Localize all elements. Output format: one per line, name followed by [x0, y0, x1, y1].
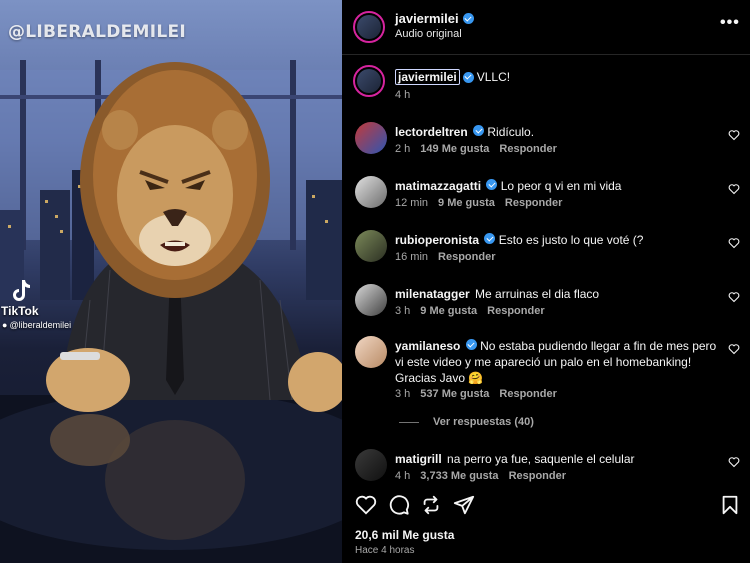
lion-video-frame [0, 60, 342, 563]
comment-username[interactable]: lectordeltren [395, 125, 468, 139]
caption-avatar[interactable] [353, 65, 385, 97]
commenter-avatar[interactable] [355, 230, 387, 262]
author-username[interactable]: javiermilei [395, 11, 459, 26]
comment-meta: 3 h 537 Me gusta Responder [395, 388, 557, 400]
comment-body: milenatagger Me arruinas el dia flaco [395, 286, 715, 302]
reply-button[interactable]: Responder [499, 143, 556, 155]
comment-time: 2 h [395, 143, 411, 155]
verified-icon [462, 71, 474, 83]
more-icon[interactable]: ••• [720, 14, 740, 32]
heart-icon[interactable] [355, 494, 377, 516]
verified-icon [484, 233, 496, 244]
commenter-avatar[interactable] [355, 336, 387, 368]
comment-likes[interactable]: 3,733 Me gusta [420, 470, 498, 482]
commenter-avatar[interactable] [355, 449, 387, 481]
verified-icon [486, 179, 498, 190]
share-icon[interactable] [453, 494, 475, 516]
post-side-panel: javiermilei Audio original ••• javiermil… [342, 0, 750, 563]
comment-time: 12 min [395, 197, 429, 209]
reply-button[interactable]: Responder [509, 470, 566, 482]
heart-icon[interactable] [728, 343, 740, 355]
comment-likes[interactable]: 537 Me gusta [420, 388, 489, 400]
comment-time: 16 min [395, 251, 429, 263]
comment-meta: 3 h 9 Me gusta Responder [395, 305, 545, 317]
commenter-avatar[interactable] [355, 122, 387, 154]
comment-time: 3 h [395, 305, 411, 317]
comment-body: yamilaneso No estaba pudiendo llegar a f… [395, 338, 720, 386]
comment-username[interactable]: matimazzagatti [395, 179, 481, 193]
heart-icon[interactable] [728, 291, 740, 303]
tiktok-brand: TikTok [1, 304, 39, 318]
comment-text: Esto es justo lo que voté (? [498, 233, 644, 247]
comment-time: 3 h [395, 388, 411, 400]
reply-button[interactable]: Responder [438, 251, 495, 263]
comment-text: Lo peor q vi en mi vida [500, 179, 622, 193]
heart-icon[interactable] [728, 456, 740, 468]
post-date: Hace 4 horas [355, 545, 415, 556]
comment-likes[interactable]: 149 Me gusta [420, 143, 489, 155]
comment-username[interactable]: yamilaneso [395, 339, 460, 353]
comment-meta: 12 min 9 Me gusta Responder [395, 197, 562, 209]
audio-label[interactable]: Audio original [395, 28, 462, 40]
verified-icon [465, 339, 477, 350]
reply-button[interactable]: Responder [499, 388, 556, 400]
post-caption: javiermilei VLLC! [395, 69, 510, 85]
comment-likes[interactable]: 9 Me gusta [420, 305, 477, 317]
reply-button[interactable]: Responder [505, 197, 562, 209]
commenter-avatar[interactable] [355, 284, 387, 316]
comment-likes[interactable]: 9 Me gusta [438, 197, 495, 209]
comment-meta: 2 h 149 Me gusta Responder [395, 143, 557, 155]
reply-button[interactable]: Responder [487, 305, 544, 317]
author-name[interactable]: javiermilei [395, 11, 474, 26]
header-divider [342, 54, 750, 55]
verified-icon [473, 125, 485, 136]
comment-username[interactable]: rubioperonista [395, 233, 479, 247]
tiktok-username: ● @liberaldemilei [2, 320, 71, 330]
replies-line [399, 421, 419, 423]
comment-body: rubioperonista Esto es justo lo que voté… [395, 232, 715, 248]
video-player[interactable]: @LIBERALDEMILEI TikTok ● @liberaldemilei [0, 0, 342, 563]
comment-text: Ridículo. [487, 125, 535, 139]
heart-icon[interactable] [728, 237, 740, 249]
comment-body: matigrill na perro ya fue, saquenle el c… [395, 451, 715, 467]
caption-username[interactable]: javiermilei [395, 69, 460, 85]
verified-icon [462, 13, 474, 24]
user-icon: ● [2, 320, 8, 330]
comment-time: 4 h [395, 470, 411, 482]
comment-body: matimazzagatti Lo peor q vi en mi vida [395, 178, 715, 194]
commenter-avatar[interactable] [355, 176, 387, 208]
save-icon[interactable] [719, 494, 741, 516]
comment-text: na perro ya fue, saquenle el celular [447, 452, 635, 466]
comment-body: lectordeltren Ridículo. [395, 124, 715, 140]
comment-text: Me arruinas el dia flaco [475, 287, 600, 301]
heart-icon[interactable] [728, 129, 740, 141]
caption-text: VLLC! [476, 70, 511, 84]
like-count[interactable]: 20,6 mil Me gusta [355, 528, 454, 542]
tiktok-username-text: @liberaldemilei [9, 320, 72, 330]
post-actions [342, 494, 750, 518]
view-replies-button[interactable]: Ver respuestas (40) [399, 416, 534, 428]
author-avatar[interactable] [353, 11, 385, 43]
repost-icon[interactable] [420, 494, 442, 516]
comment-meta: 16 min Responder [395, 251, 496, 263]
comment-meta: 4 h 3,733 Me gusta Responder [395, 470, 566, 482]
heart-icon[interactable] [728, 183, 740, 195]
tiktok-icon [13, 280, 30, 301]
video-watermark: @LIBERALDEMILEI [8, 22, 187, 42]
caption-time: 4 h [395, 89, 411, 101]
view-replies-label[interactable]: Ver respuestas (40) [433, 416, 534, 428]
comment-username[interactable]: milenatagger [395, 287, 470, 301]
comment-username[interactable]: matigrill [395, 452, 442, 466]
comment-icon[interactable] [388, 494, 410, 516]
